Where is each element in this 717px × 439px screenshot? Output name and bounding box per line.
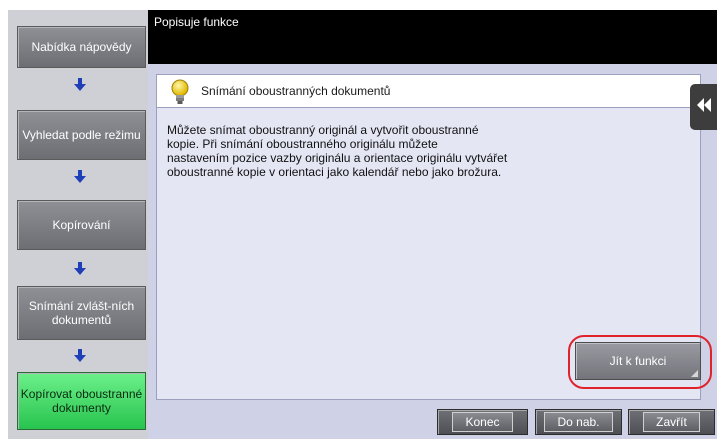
- nav-search-by-mode-button[interactable]: Vyhledat podle režimu: [17, 110, 146, 160]
- go-to-function-label: Jít k funkci: [609, 354, 667, 368]
- panel-header: Snímání oboustranných dokumentů: [157, 75, 700, 108]
- help-screen: Nabídka nápovědy Vyhledat podle režimu K…: [0, 0, 717, 439]
- header-bar: Popisuje funkce: [148, 10, 717, 64]
- end-button-label: Konec: [452, 412, 513, 432]
- corner-mark-icon: [691, 370, 698, 377]
- close-button[interactable]: Zavřít: [628, 409, 715, 435]
- nav-scan-special-documents-label: Snímání zvlášt-ních dokumentů: [28, 299, 135, 327]
- nav-help-menu-label: Nabídka nápovědy: [31, 40, 132, 54]
- arrow-down-icon: [74, 262, 86, 276]
- double-chevron-left-icon: [696, 97, 712, 117]
- nav-help-menu-button[interactable]: Nabídka nápovědy: [17, 26, 146, 68]
- back-to-menu-button[interactable]: Do nab.: [535, 409, 622, 435]
- nav-copy-button[interactable]: Kopírování: [17, 200, 146, 250]
- collapse-panel-button[interactable]: [690, 84, 717, 130]
- panel-title: Snímání oboustranných dokumentů: [201, 84, 391, 98]
- arrow-down-icon: [74, 170, 86, 184]
- arrow-down-icon: [74, 78, 86, 92]
- lightbulb-icon: [171, 79, 189, 105]
- go-to-function-button[interactable]: Jít k funkci: [575, 342, 701, 380]
- nav-scan-special-documents-button[interactable]: Snímání zvlášt-ních dokumentů: [17, 286, 146, 340]
- nav-search-by-mode-label: Vyhledat podle režimu: [22, 128, 141, 142]
- page-title: Popisuje funkce: [154, 15, 239, 29]
- back-to-menu-label: Do nab.: [544, 412, 613, 432]
- end-button[interactable]: Konec: [437, 409, 528, 435]
- close-button-label: Zavřít: [643, 412, 700, 432]
- arrow-down-icon: [74, 349, 86, 363]
- nav-copy-label: Kopírování: [52, 218, 111, 232]
- nav-copy-duplex-documents-label: Kopírovat oboustranné dokumenty: [20, 387, 143, 415]
- function-description-text: Můžete snímat oboustranný originál a vyt…: [167, 123, 508, 179]
- nav-copy-duplex-documents-button[interactable]: Kopírovat oboustranné dokumenty: [17, 372, 146, 430]
- help-navigation: Nabídka nápovědy Vyhledat podle režimu K…: [8, 10, 148, 439]
